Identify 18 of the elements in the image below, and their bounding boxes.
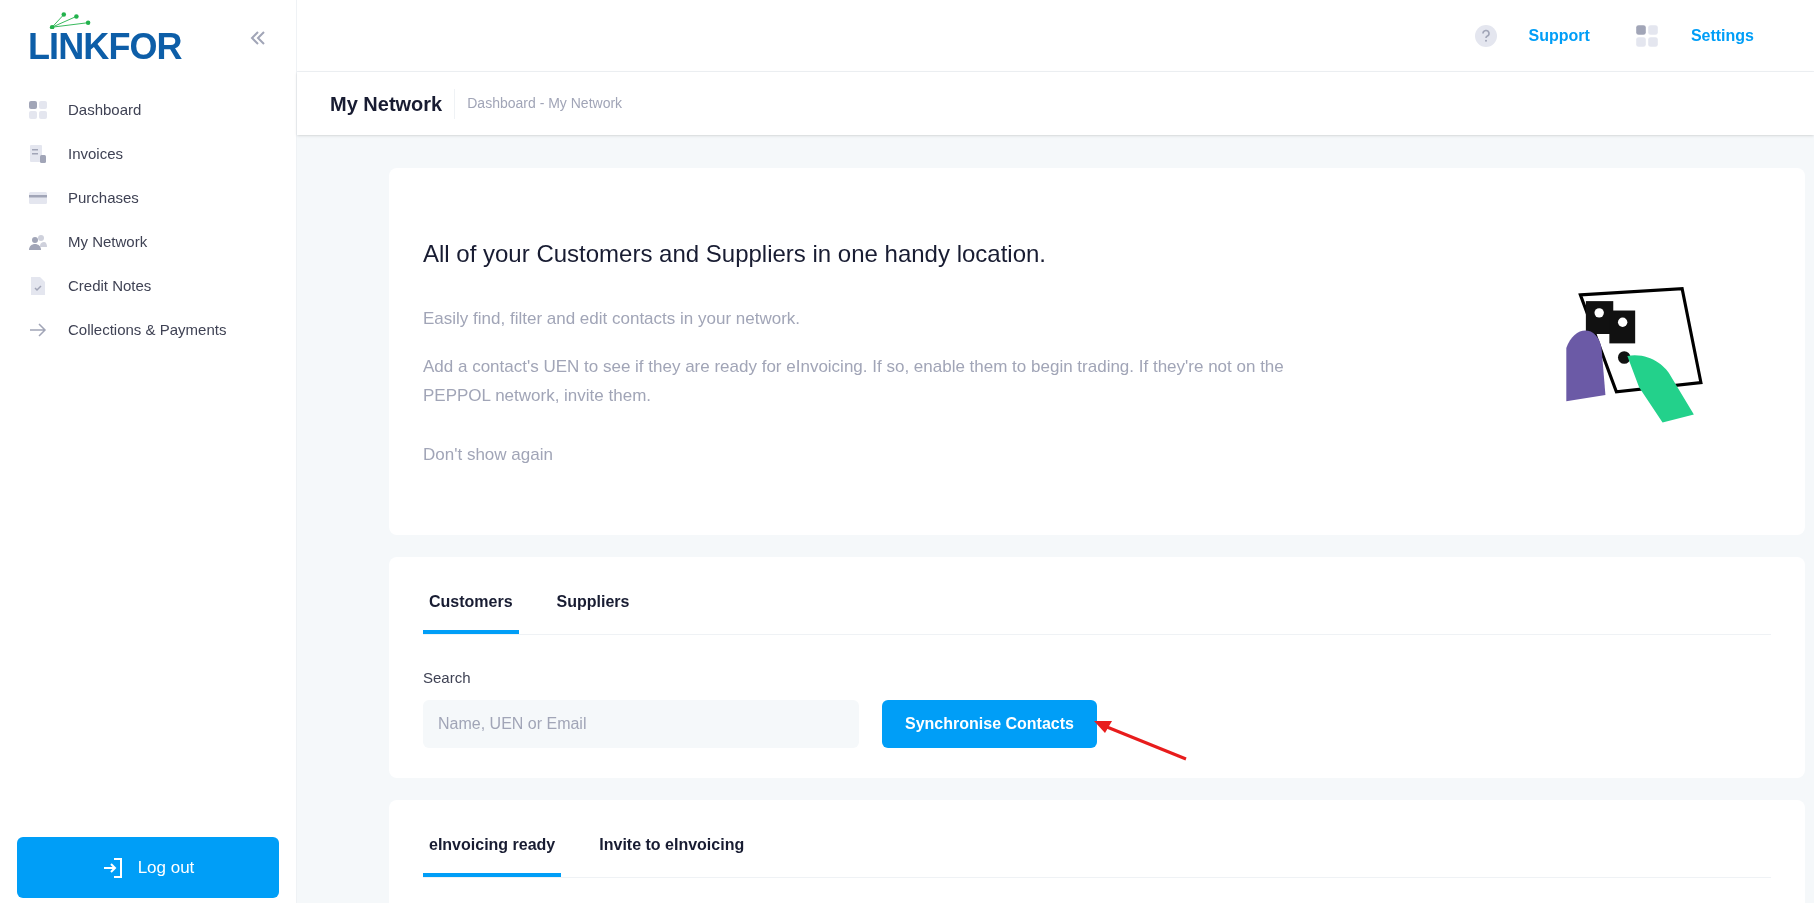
sidebar-item[interactable]: Purchases <box>0 176 296 220</box>
intro-text: Easily find, filter and edit contacts in your network. <box>423 307 801 330</box>
sidebar-item[interactable]: My Network <box>0 220 296 264</box>
tab[interactable]: eInvoicing ready <box>423 832 562 877</box>
logo: LINKFOR <box>28 29 182 65</box>
search-field[interactable]: Name, UEN or Email <box>423 699 859 748</box>
tab[interactable]: Suppliers <box>550 590 636 634</box>
search-label: Search <box>423 668 472 688</box>
tab[interactable]: Customers <box>423 590 519 634</box>
sidebar-item[interactable]: Credit Notes <box>0 264 296 308</box>
sidebar-item[interactable]: Collections & Payments <box>0 308 296 352</box>
sidebar-item[interactable]: Invoices <box>0 132 296 176</box>
intro-heading: All of your Customers and Suppliers in one handy location. <box>423 238 1047 269</box>
tab[interactable]: Invite to eInvoicing <box>593 832 751 877</box>
intro-text: Add a contact's UEN to see if they are ready for eInvoicing. If so, enable them to begin trading. If they're not on the PEPPOL network, invite them. <box>423 355 1285 407</box>
breadcrumb: Dashboard - My Network <box>466 94 623 113</box>
page-title: My Network <box>330 88 456 119</box>
sidebar-item[interactable]: Dashboard <box>0 88 296 132</box>
